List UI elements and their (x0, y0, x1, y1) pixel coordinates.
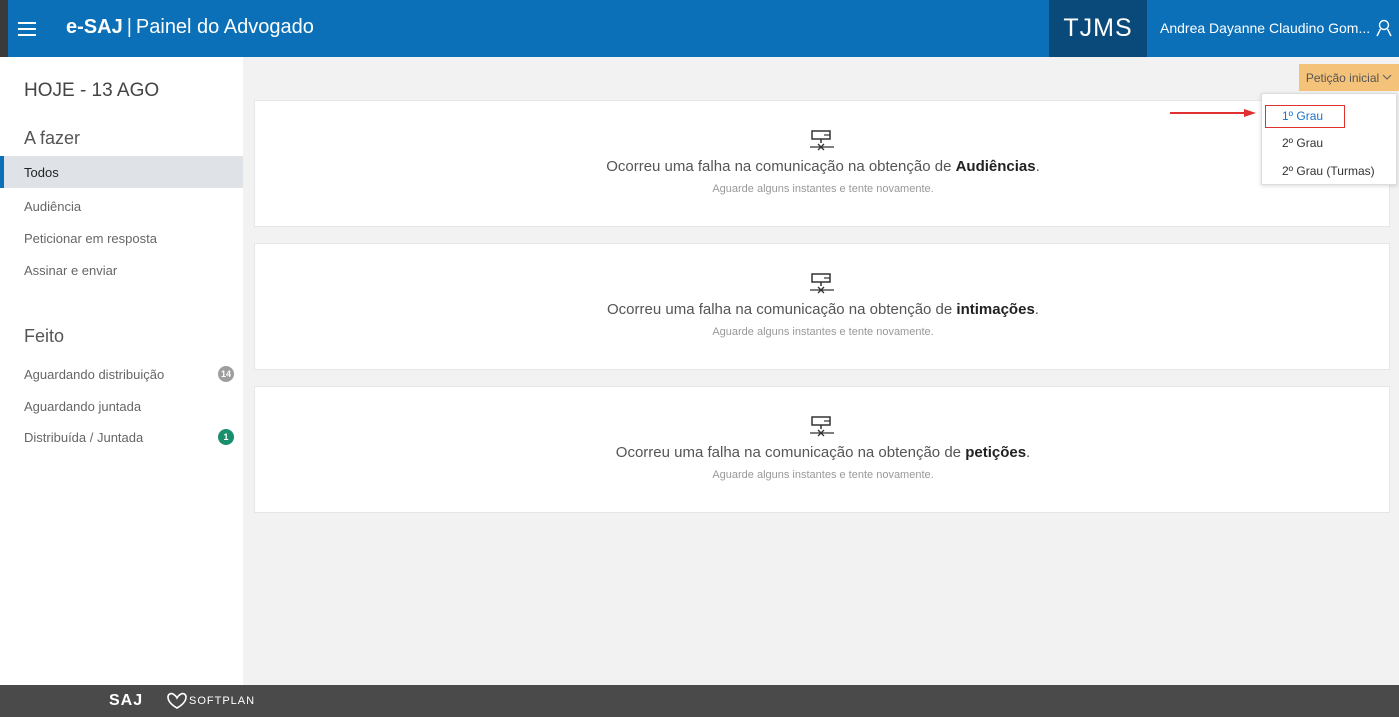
disconnected-icon (810, 273, 834, 294)
sidebar-item-assinar[interactable]: Assinar e enviar (0, 254, 243, 286)
peticao-inicial-label: Petição inicial (1305, 70, 1380, 85)
hamburger-menu-icon[interactable] (18, 22, 36, 36)
intimacoes-card: Ocorreu uma falha na comunicação na obte… (254, 243, 1390, 370)
audiencias-card: Ocorreu uma falha na comunicação na obte… (254, 100, 1390, 227)
disconnected-icon (810, 130, 834, 151)
sidebar-item-aguardando-distribuicao[interactable]: Aguardando distribuição 14 (0, 358, 243, 390)
sidebar-item-audiencia[interactable]: Audiência (0, 190, 243, 222)
softplan-logo-icon (167, 692, 187, 709)
count-badge: 14 (218, 366, 234, 382)
count-badge: 1 (218, 429, 234, 445)
softplan-logo-text: SOFTPLAN (189, 695, 256, 707)
brand-subtitle: Painel do Advogado (135, 16, 314, 38)
retry-hint: Aguarde alguns instantes e tente novamen… (712, 326, 934, 338)
peticao-inicial-dropdown: 1º Grau 2º Grau 2º Grau (Turmas) (1261, 93, 1397, 185)
annotation-arrow-icon (1170, 109, 1256, 117)
retry-hint: Aguarde alguns instantes e tente novamen… (712, 183, 934, 195)
sidebar-item-todos[interactable]: Todos (0, 156, 243, 188)
menu-item-2-grau-turmas[interactable]: 2º Grau (Turmas) (1282, 164, 1375, 178)
user-icon[interactable] (1376, 19, 1392, 37)
retry-hint: Aguarde alguns instantes e tente novamen… (712, 469, 934, 481)
top-bar: e-SAJ | Painel do Advogado TJMS Andrea Day… (0, 0, 1399, 57)
left-strip (0, 0, 8, 57)
tribunal-label: TJMS (1049, 0, 1147, 57)
sidebar-item-aguardando-juntada[interactable]: Aguardando juntada (0, 390, 243, 422)
chevron-down-icon (1382, 74, 1392, 80)
brand-name: e-SAJ (66, 16, 123, 38)
error-message: Ocorreu uma falha na comunicação na obte… (606, 158, 1040, 175)
today-date: HOJE - 13 AGO (24, 80, 160, 101)
disconnected-icon (810, 416, 834, 437)
todo-section-title: A fazer (24, 128, 81, 148)
sidebar-item-label: Aguardando distribuição (24, 366, 165, 382)
sidebar-item-distribuida-juntada[interactable]: Distribuída / Juntada 1 (0, 421, 243, 453)
peticoes-card: Ocorreu uma falha na comunicação na obte… (254, 386, 1390, 513)
sidebar-item-peticionar[interactable]: Peticionar em resposta (0, 222, 243, 254)
error-message: Ocorreu uma falha na comunicação na obte… (615, 444, 1031, 461)
peticao-inicial-button[interactable]: Petição inicial (1299, 64, 1399, 91)
brand-separator: | (126, 16, 132, 38)
app-title: e-SAJ | Painel do Advogado (66, 16, 314, 39)
saj-logo: SAJ (109, 692, 144, 709)
done-section-title: Feito (24, 326, 65, 346)
menu-item-2-grau[interactable]: 2º Grau (1282, 136, 1323, 150)
error-message: Ocorreu uma falha na comunicação na obte… (607, 301, 1039, 318)
footer: SAJ SOFTPLAN (0, 685, 1399, 717)
sidebar: HOJE - 13 AGO A fazer Todos Audiência Pe… (0, 57, 243, 685)
sidebar-item-label: Distribuída / Juntada (24, 429, 144, 445)
user-name[interactable]: Andrea Dayanne Claudino Gom... (1160, 20, 1370, 36)
menu-item-1-grau[interactable]: 1º Grau (1265, 105, 1345, 128)
